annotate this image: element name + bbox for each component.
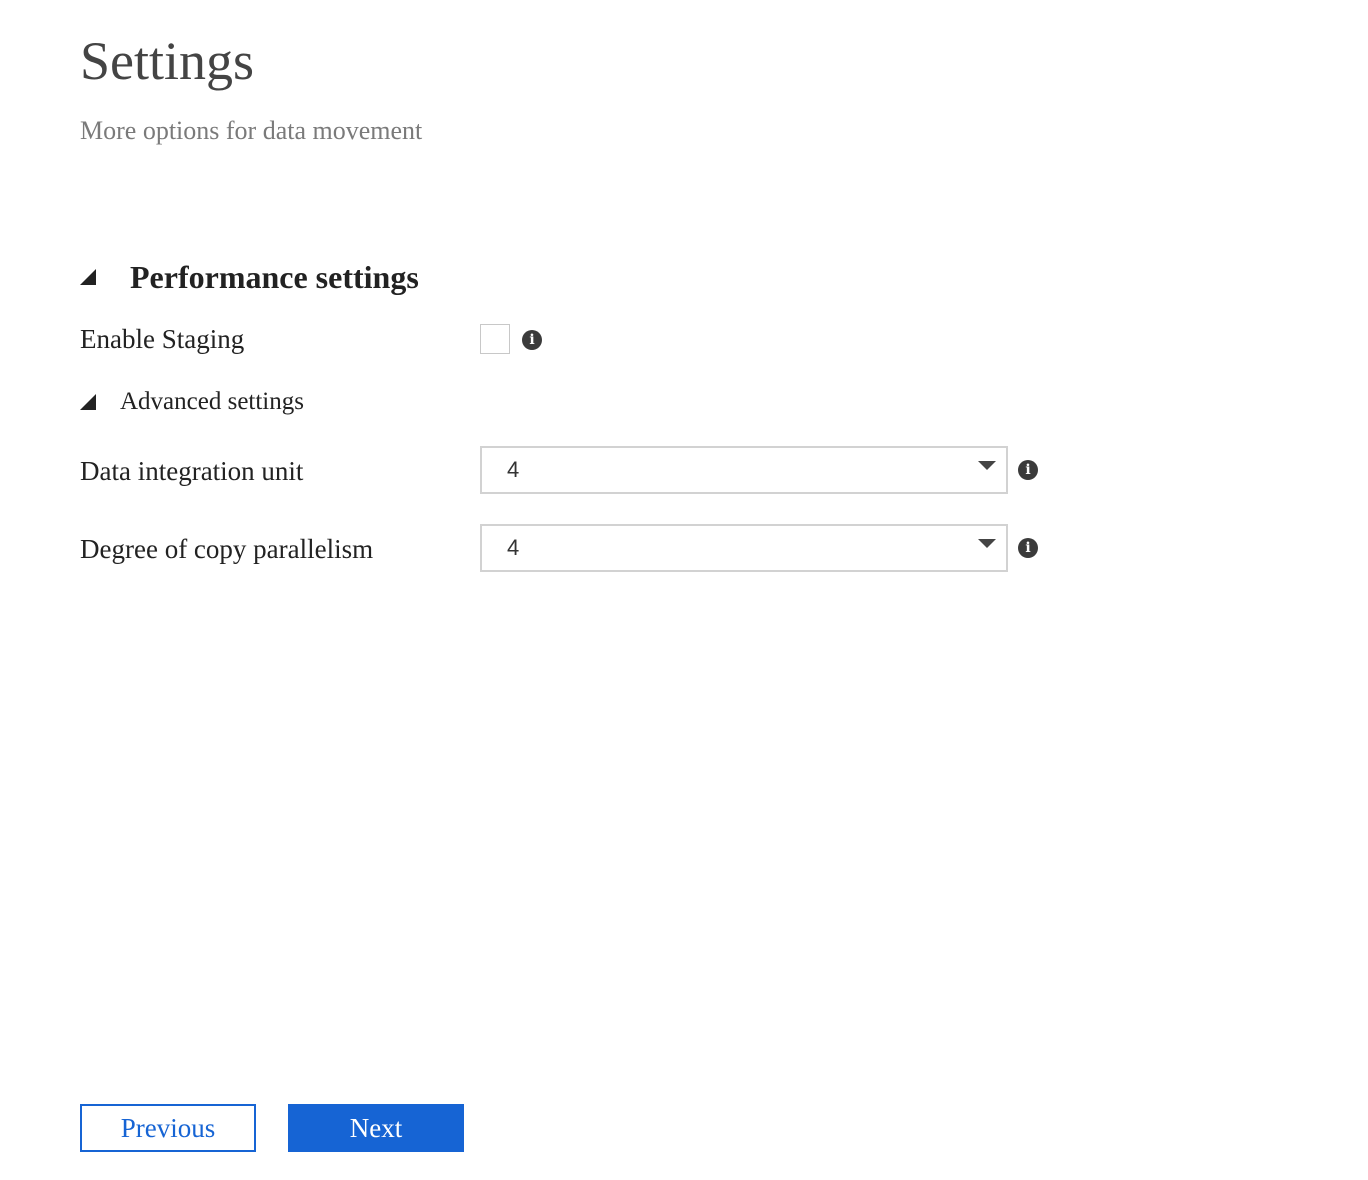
copy-parallelism-select[interactable]: 4	[480, 524, 1008, 572]
data-integration-unit-label: Data integration unit	[80, 456, 304, 486]
page-subtitle: More options for data movement	[80, 116, 423, 145]
collapse-triangle-icon	[80, 269, 96, 285]
advanced-settings-toggle[interactable]: Advanced settings	[80, 384, 304, 420]
enable-staging-checkbox[interactable]	[480, 324, 510, 354]
info-icon[interactable]: i	[1018, 538, 1038, 558]
enable-staging-label: Enable Staging	[80, 324, 245, 354]
chevron-down-icon	[978, 539, 996, 548]
select-value: 4	[507, 535, 520, 560]
info-icon[interactable]: i	[1018, 460, 1038, 480]
page-title: Settings	[80, 31, 255, 91]
performance-settings-toggle[interactable]: Performance settings	[80, 254, 419, 300]
info-icon[interactable]: i	[522, 330, 542, 350]
chevron-down-icon	[978, 461, 996, 470]
section-title: Performance settings	[130, 258, 419, 295]
advanced-settings-title: Advanced settings	[120, 388, 304, 415]
select-value: 4	[507, 457, 520, 482]
previous-button[interactable]: Previous	[80, 1104, 256, 1152]
next-button[interactable]: Next	[288, 1104, 464, 1152]
data-integration-unit-select[interactable]: 4	[480, 446, 1008, 494]
collapse-triangle-icon	[80, 394, 96, 410]
copy-parallelism-label: Degree of copy parallelism	[80, 534, 374, 564]
